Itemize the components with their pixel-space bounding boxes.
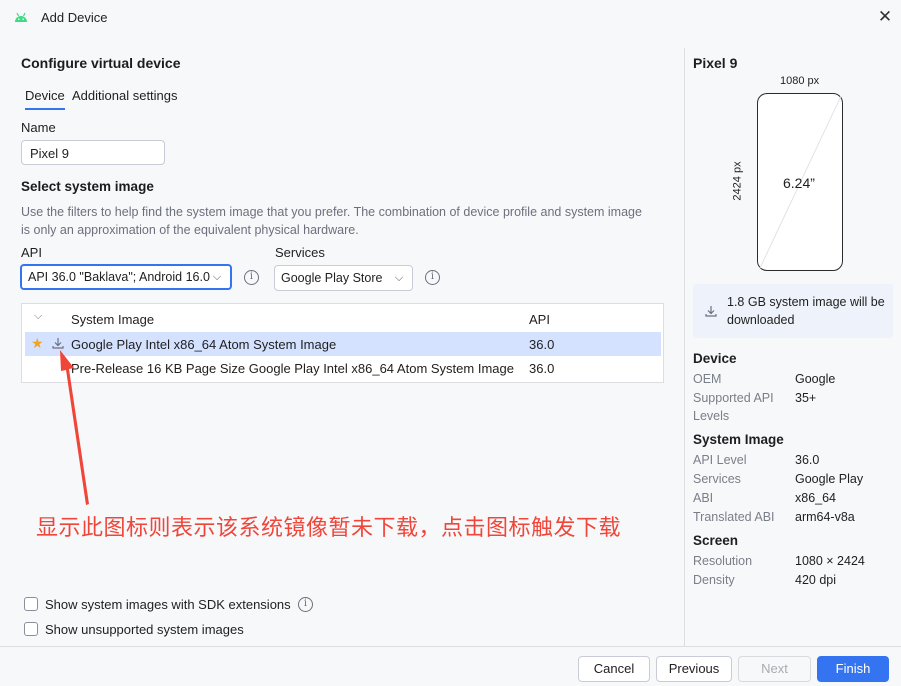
density-label: Density — [693, 573, 735, 587]
sdk-extensions-label: Show system images with SDK extensions — [45, 597, 291, 612]
supported-api-label: Supported API Levels — [693, 391, 774, 423]
download-icon — [705, 306, 717, 317]
download-notice-text: 1.8 GB system image will be downloaded — [727, 295, 885, 327]
sdk-extensions-info-icon[interactable]: i — [298, 597, 313, 612]
previous-button[interactable]: Previous — [656, 656, 732, 682]
sdk-extensions-checkbox[interactable] — [24, 597, 38, 611]
supported-api-value: 35+ — [795, 391, 817, 405]
system-image-section-title: System Image — [693, 432, 784, 447]
resolution-label: Resolution — [693, 554, 753, 568]
device-height-label: 2424 px — [731, 161, 744, 201]
services-info-value: Google Play — [795, 472, 864, 486]
abi-value: x86_64 — [795, 491, 837, 505]
download-notice: 1.8 GB system image will be downloaded — [693, 284, 893, 338]
cancel-button[interactable]: Cancel — [578, 656, 650, 682]
device-width-label: 1080 px — [780, 75, 820, 87]
api-level-label: API Level — [693, 453, 747, 467]
services-info-label: Services — [693, 472, 741, 486]
annotation-text: 显示此图标则表示该系统镜像暂未下载，点击图标触发下载 — [36, 515, 622, 540]
api-level-value: 36.0 — [795, 453, 820, 467]
oem-value: Google — [795, 372, 836, 386]
density-value: 420 dpi — [795, 573, 837, 587]
next-button[interactable]: Next — [738, 656, 811, 682]
translated-abi-label: Translated ABI — [693, 510, 775, 524]
device-section-title: Device — [693, 351, 737, 366]
resolution-value: 1080 × 2424 — [795, 554, 865, 568]
translated-abi-value: arm64-v8a — [795, 510, 855, 524]
screen-section-title: Screen — [693, 533, 739, 548]
unsupported-images-label: Show unsupported system images — [45, 622, 244, 637]
abi-label: ABI — [693, 491, 714, 505]
unsupported-images-checkbox[interactable] — [24, 622, 38, 636]
screen-diagonal: 6.24” — [783, 175, 815, 191]
device-preview-title: Pixel 9 — [693, 55, 738, 71]
oem-label: OEM — [693, 372, 722, 386]
finish-button[interactable]: Finish — [817, 656, 889, 682]
